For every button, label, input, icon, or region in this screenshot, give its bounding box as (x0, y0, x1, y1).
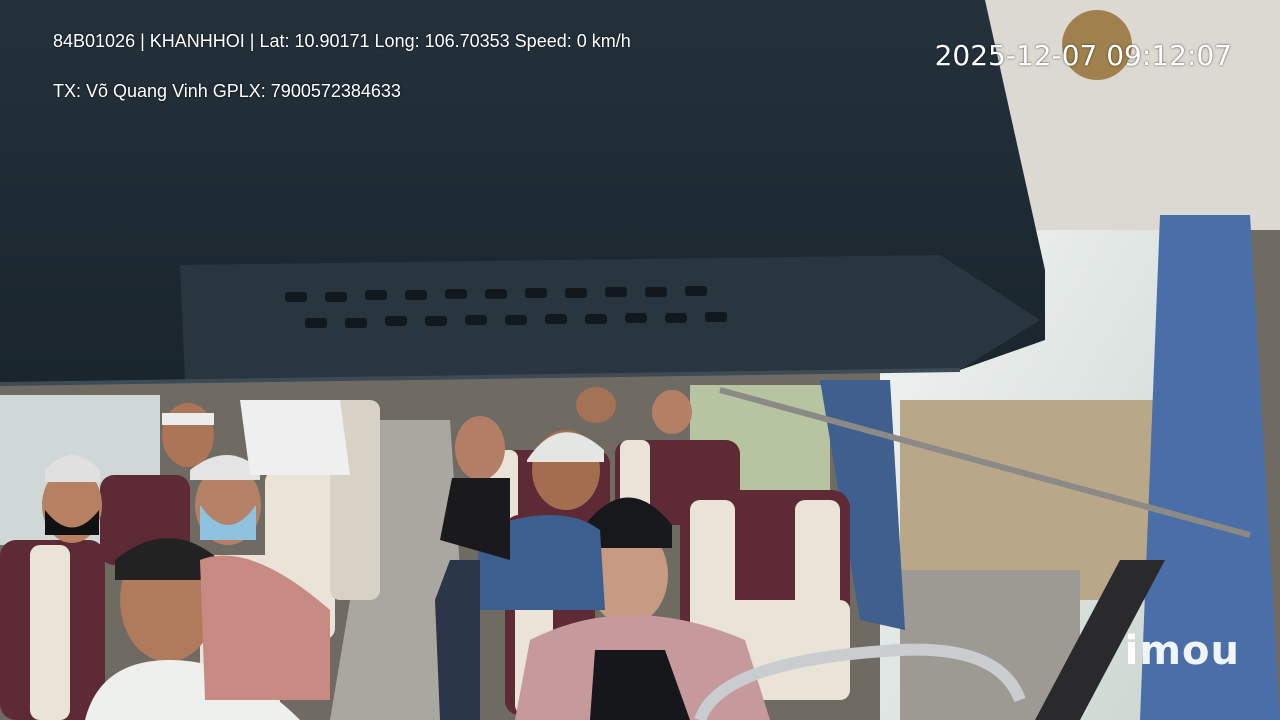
camera-frame: 84B01026 | KHANHHOI | Lat: 10.90171 Long… (0, 0, 1280, 720)
driver-info-overlay: TX: Võ Quang Vinh GPLX: 7900572384633 (53, 81, 401, 101)
timestamp-overlay: 2025-12-07 09:12:07 (934, 39, 1232, 72)
imou-logo: imou (1124, 628, 1240, 674)
bus-interior-scene (0, 0, 1280, 720)
vehicle-info-overlay: 84B01026 | KHANHHOI | Lat: 10.90171 Long… (53, 31, 631, 51)
